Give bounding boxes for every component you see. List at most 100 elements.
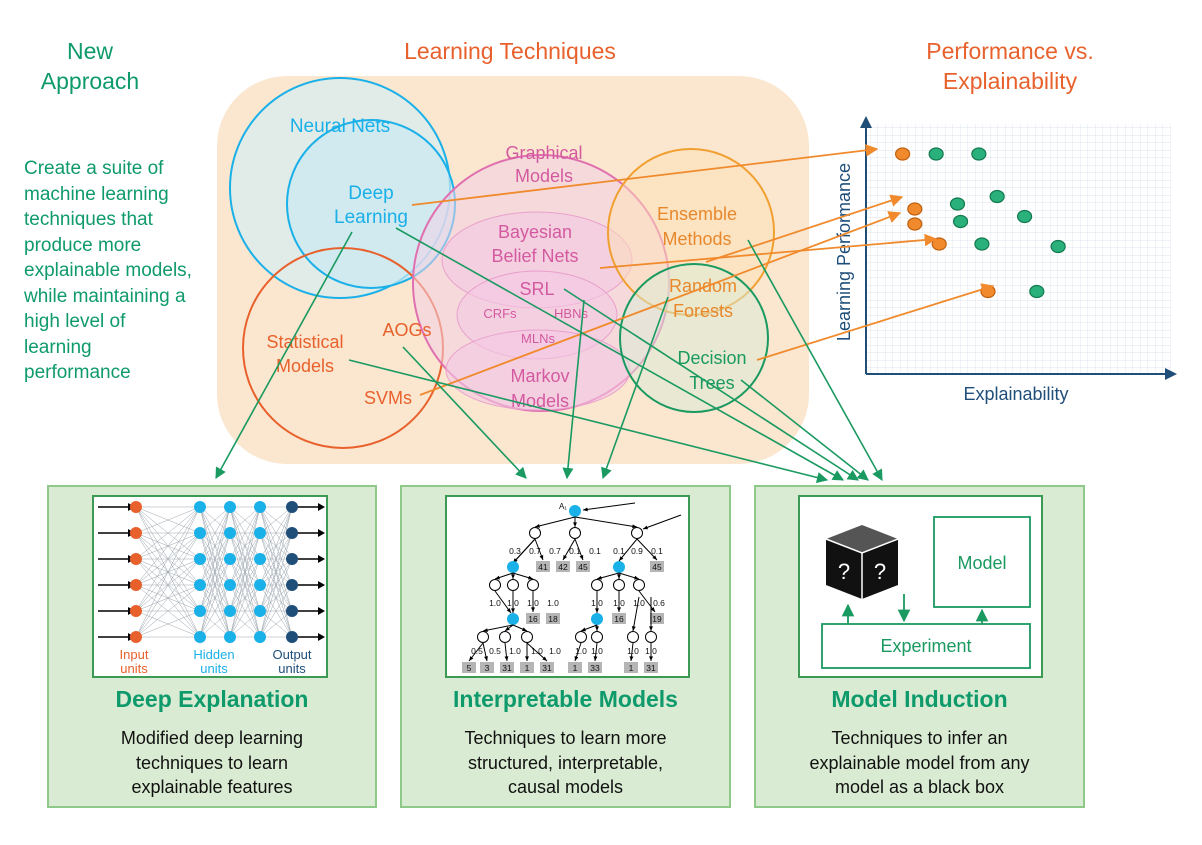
- nn-output-arrowhead: [318, 607, 325, 615]
- chart-point-green-7: [1050, 239, 1066, 254]
- label-ensemble-1: Ensemble: [657, 204, 737, 224]
- tree-prob-l3: 1.0: [531, 646, 543, 656]
- nn-legend-label: units: [278, 661, 306, 676]
- nn-unit: [194, 553, 206, 565]
- tree-value-l2-text: 16: [614, 614, 624, 624]
- tree-and-node: [489, 579, 501, 591]
- nn-unit: [254, 631, 266, 643]
- tree-prob-l3: 1.0: [627, 646, 639, 656]
- tree-prob-l2: 1.0: [633, 598, 645, 608]
- label-decision-trees-2: Trees: [689, 373, 734, 393]
- panel-interpretable-models: A₁ 0.3 0.7 0.7 0.1 0.1 0.1 0.9 0.1 41 42 45 45 1.0 1.0…: [400, 485, 731, 808]
- tree-and-node: [569, 527, 581, 539]
- tree-edge: [534, 516, 576, 528]
- nn-output-arrowhead: [318, 529, 325, 537]
- nn-legend-label: Hidden: [193, 647, 234, 662]
- tree-and-node: [527, 579, 539, 591]
- chart-point-green-0: [928, 147, 944, 161]
- tree-edge-head: [583, 507, 588, 512]
- tree-and-node: [521, 631, 533, 643]
- nn-unit: [224, 579, 236, 591]
- tree-leaf-value-text: 33: [590, 663, 600, 673]
- tree-value-l2-text: 16: [528, 614, 538, 624]
- tree-edge-head: [531, 607, 535, 612]
- neural-network-figure: Input units Hidden units Output units: [92, 495, 328, 678]
- label-bayesian-2: Belief Nets: [491, 246, 578, 266]
- tree-root-label: A₁: [559, 502, 567, 511]
- label-statistical-1: Statistical: [266, 332, 343, 352]
- label-deep-learning-2: Learning: [334, 207, 408, 228]
- tree-and-node: [631, 527, 643, 539]
- label-svms: SVMs: [364, 388, 412, 408]
- tree-and-node: [575, 631, 587, 643]
- nn-output-arrowhead: [318, 633, 325, 641]
- tree-value-l2-text: 18: [548, 614, 558, 624]
- tree-edge-head: [617, 574, 621, 579]
- tree-and-node: [529, 527, 541, 539]
- panel-deep-explanation: Input units Hidden units Output units Deep Ex…: [47, 485, 377, 808]
- tree-prob-l1: 0.1: [651, 546, 663, 556]
- tree-leaf-value-text: 5: [467, 663, 472, 673]
- label-statistical-2: Models: [276, 356, 334, 376]
- label-neural-nets: Neural Nets: [290, 116, 390, 137]
- nn-legend-label: Input: [120, 647, 149, 662]
- cube-question-right: ?: [874, 559, 886, 584]
- tree-or-node: [507, 561, 519, 573]
- chart-point-green-5: [1016, 209, 1033, 224]
- tree-edge-head: [506, 608, 511, 613]
- nn-unit: [254, 579, 266, 591]
- tree-and-node: [627, 631, 639, 643]
- nn-unit: [286, 631, 298, 643]
- label-bayesian-1: Bayesian: [498, 222, 572, 242]
- nn-unit: [224, 605, 236, 617]
- label-srl: SRL: [519, 279, 554, 299]
- tree-edge-head: [649, 656, 653, 661]
- label-ensemble-2: Methods: [662, 229, 731, 249]
- cube-question-left: ?: [838, 559, 850, 584]
- tree-value-l1-text: 41: [538, 562, 548, 572]
- black-box-cube-icon: ? ?: [825, 525, 899, 599]
- label-aogs: AOGs: [382, 320, 431, 340]
- tree-value-l1-text: 45: [578, 562, 588, 572]
- tree-leaf-value-text: 3: [485, 663, 490, 673]
- nn-unit: [286, 579, 298, 591]
- tree-edge-head: [617, 607, 621, 612]
- tree-value-l1-text: 42: [558, 562, 568, 572]
- nn-unit: [224, 501, 236, 513]
- tree-prob-l1: 0.9: [631, 546, 643, 556]
- tree-and-node: [477, 631, 489, 643]
- nn-unit: [224, 631, 236, 643]
- tree-prob-l3: 0.5: [489, 646, 501, 656]
- tree-edge-head: [649, 626, 653, 631]
- label-graphical-models-2: Models: [515, 166, 573, 186]
- tree-or-node: [591, 613, 603, 625]
- nn-unit: [254, 553, 266, 565]
- panel-title-deep-explanation: Deep Explanation: [115, 686, 309, 712]
- tree-and-node: [499, 631, 511, 643]
- tree-and-node: [633, 579, 645, 591]
- nn-unit: [286, 501, 298, 513]
- nn-unit: [194, 501, 206, 513]
- panel-title-interpretable-models: Interpretable Models: [453, 686, 678, 712]
- nn-unit: [254, 605, 266, 617]
- experiment-label: Experiment: [880, 636, 971, 656]
- tree-value-l1-text: 45: [652, 562, 662, 572]
- tree-leaf-value-text: 31: [542, 663, 552, 673]
- nn-unit: [254, 501, 266, 513]
- tree-leaf-value-text: 1: [629, 663, 634, 673]
- tree-and-node: [591, 579, 603, 591]
- nn-legend-label: Output: [272, 647, 311, 662]
- tree-edge-head: [595, 626, 599, 631]
- tree-prob-l1: 0.1: [613, 546, 625, 556]
- nn-unit: [194, 579, 206, 591]
- nn-unit: [286, 527, 298, 539]
- tree-edge-head: [643, 525, 648, 530]
- nn-unit: [194, 527, 206, 539]
- tree-or-node: [569, 505, 581, 517]
- label-deep-learning-1: Deep: [348, 183, 393, 204]
- tree-prob-l3: 1.0: [549, 646, 561, 656]
- neural-network-svg: InputunitsHiddenunitsOutputunits: [98, 501, 325, 676]
- chart-point-green-3: [989, 189, 1005, 204]
- nn-output-arrowhead: [318, 555, 325, 563]
- tree-prob-l2: 1.0: [547, 598, 559, 608]
